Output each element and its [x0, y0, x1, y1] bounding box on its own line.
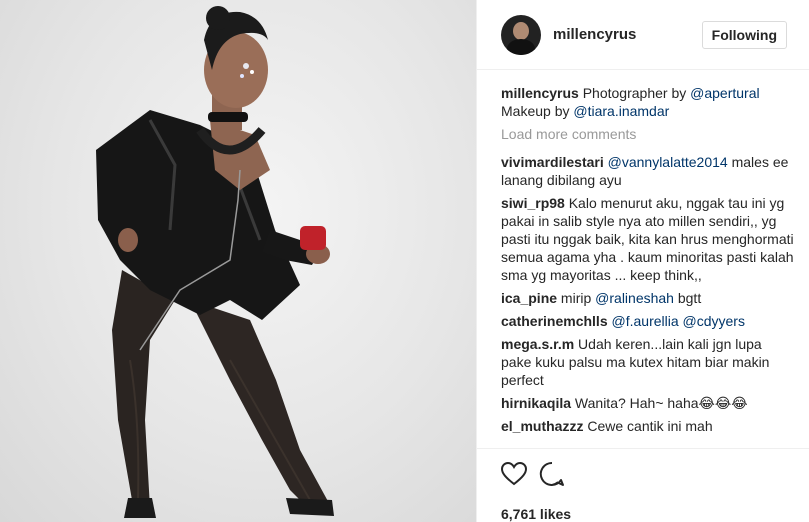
caption: millencyrus Photographer by @apertural M… [501, 84, 795, 120]
comment-username[interactable]: el_muthazzz [501, 418, 583, 434]
comment-item: hirnikaqila Wanita? Hah~ haha😂😂😂 [501, 394, 795, 412]
like-count[interactable]: 6,761 likes [501, 506, 787, 522]
caption-mention-photographer[interactable]: @apertural [690, 85, 759, 101]
comment-text: mirip [557, 290, 596, 306]
caption-text-line2: Makeup by [501, 103, 574, 119]
comment-username[interactable]: ica_pine [501, 290, 557, 306]
post-photo[interactable] [0, 0, 476, 522]
comment-item: catherinemchlls @f.aurellia @cdyyers [501, 312, 795, 330]
comment-username[interactable]: catherinemchlls [501, 313, 608, 329]
avatar[interactable] [501, 14, 541, 55]
comment-item: mega.s.r.m Udah keren...lain kali jgn lu… [501, 335, 795, 389]
comment-text: Wanita? Hah~ haha😂😂😂 [571, 395, 748, 411]
comment-item: vivimardilestari @vannylalatte2014 males… [501, 153, 795, 189]
comment-text: bgtt [673, 290, 702, 306]
post-side-panel: millencyrus Following millencyrus Photog… [476, 0, 809, 522]
comment-bubble-icon[interactable] [539, 461, 565, 492]
comment-text: Cewe cantik ini mah [583, 418, 713, 434]
comment-item: ica_pine mirip @ralineshah bgtt [501, 289, 795, 307]
caption-username[interactable]: millencyrus [501, 85, 579, 101]
caption-text: Photographer by [578, 85, 691, 101]
post-username[interactable]: millencyrus [553, 26, 702, 43]
action-icons [500, 461, 787, 492]
comment-username[interactable]: vivimardilestari [501, 154, 604, 170]
comment-list: millencyrus Photographer by @apertural M… [501, 84, 795, 440]
comment-mention[interactable]: @ralineshah [595, 290, 674, 306]
instagram-post-view: millencyrus Following millencyrus Photog… [0, 0, 809, 522]
comment-username[interactable]: siwi_rp98 [501, 195, 565, 211]
post-photo-illustration [96, 6, 334, 518]
post-actions: 6,761 likes [477, 448, 809, 522]
comment-mention[interactable]: @vannylalatte2014 [608, 154, 728, 170]
comment-item: siwi_rp98 Kalo menurut aku, nggak tau in… [501, 194, 795, 284]
caption-mention-makeup[interactable]: @tiara.inamdar [573, 103, 669, 119]
following-button[interactable]: Following [701, 20, 787, 49]
comment-item: el_muthazzz Cewe cantik ini mah [501, 417, 795, 435]
heart-icon[interactable] [500, 461, 528, 491]
load-more-comments-link[interactable]: Load more comments [501, 125, 795, 143]
post-header: millencyrus Following [477, 0, 809, 70]
comment-mention[interactable]: @f.aurellia @cdyyers [612, 313, 745, 329]
comment-username[interactable]: hirnikaqila [501, 395, 571, 411]
comment-username[interactable]: mega.s.r.m [501, 336, 574, 352]
